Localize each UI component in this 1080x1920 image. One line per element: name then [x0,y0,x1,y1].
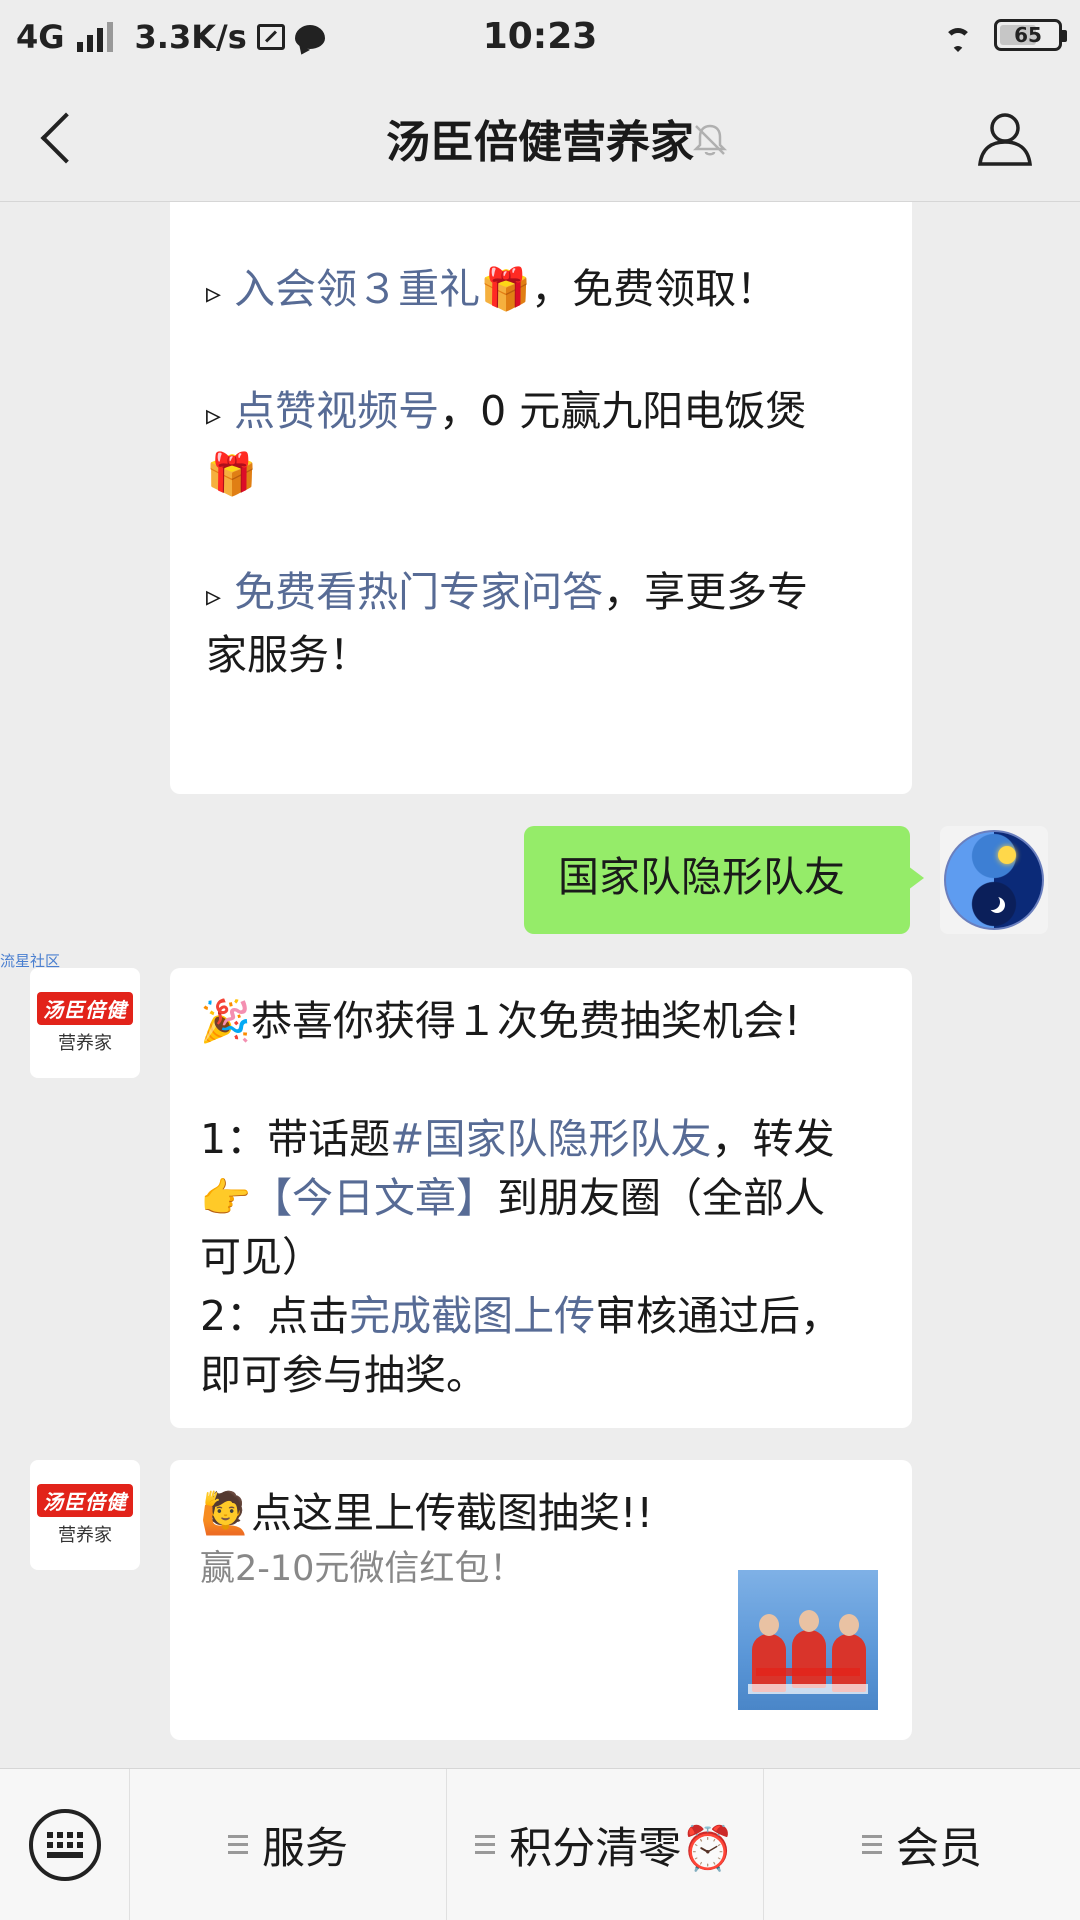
party-emoji: 🎉 [200,997,252,1045]
bullet: ▹ [206,579,222,614]
message-bubble-benefits[interactable]: 哟！ ▹ 入会领３重礼🎁，免费领取！ ▹ 点赞视频号，0 元赢九阳电饭煲 🎁 ▹… [170,202,912,794]
gift-emoji: 🎁 [480,265,532,313]
card-title: 🙋点这里上传截图抽奖!! [200,1484,882,1543]
menu-item-points[interactable]: 积分清零⏰ [447,1769,764,1920]
menu-item-member[interactable]: 会员 [764,1769,1080,1920]
my-message-bubble[interactable]: 国家队隐形队友 [524,826,924,934]
status-right: 65 [936,18,1067,52]
message-text: 可见） [200,1233,323,1281]
benefit-item-expert: ▹ 免费看热门专家问答，享更多专 家服务！ [206,563,888,685]
profile-icon[interactable] [976,110,1034,168]
message-text: 审核通过后， [595,1292,842,1340]
message-text: 即可参与抽奖。 [200,1351,487,1399]
lottery-title: 🎉恭喜你获得１次免费抽奖机会! [200,992,882,1051]
menu-icon [862,1835,882,1854]
menu-label: 积分清零⏰ [509,1823,735,1874]
message-text: ，享更多专 [603,568,809,616]
message-text: 家服务！ [206,631,370,679]
benefit-item-join: ▹ 入会领３重礼🎁，免费领取！ [206,260,888,323]
official-account-avatar[interactable]: 汤臣倍健 营养家 [30,968,140,1078]
brand-logo-text: 汤臣倍健 [37,991,133,1025]
step-2: 2：点击完成截图上传审核通过后， 即可参与抽奖。 [200,1287,882,1405]
menu-icon [228,1835,248,1854]
keyboard-toggle[interactable] [0,1769,130,1920]
message-text: 恭喜你获得１次免费抽奖机会! [251,997,801,1045]
message-text: ，转发 [711,1115,835,1163]
message-text: 2：点击 [200,1292,350,1340]
chat-title: 汤臣倍健营养家 [386,117,694,168]
my-avatar[interactable] [940,826,1048,934]
bullet: ▹ [206,398,222,433]
chat-header: 汤臣倍健营养家 [0,76,1080,202]
wifi-icon [936,18,980,52]
like-video-link[interactable]: 点赞视频号 [234,387,439,435]
message-text: 到朋友圈（全部人 [497,1174,826,1222]
step-1: 1：带话题#国家队隐形队友，转发 👉【今日文章】到朋友圈（全部人 可见） [200,1110,882,1287]
message-text: ，免费领取！ [531,265,778,313]
expert-qa-link[interactable]: 免费看热门专家问答 [234,568,603,616]
today-article-link[interactable]: 【今日文章】 [251,1174,497,1222]
benefit-item-like: ▹ 点赞视频号，0 元赢九阳电饭煲 🎁 [206,382,888,504]
card-thumbnail-image [738,1570,878,1710]
bullet: ▹ [206,276,222,311]
topic-link[interactable]: #国家队隐形队友 [390,1115,711,1163]
raising-hand-emoji: 🙋 [200,1489,252,1537]
battery-icon: 65 [994,19,1067,51]
status-bar: 4G 3.3K/s 10:23 65 [0,0,1080,76]
message-bubble-lottery[interactable]: 🎉恭喜你获得１次免费抽奖机会! 1：带话题#国家队隐形队友，转发 👉【今日文章】… [170,968,912,1428]
menu-label: 会员 [896,1823,982,1874]
mute-bell-icon [692,124,728,156]
brand-logo-subtext: 营养家 [58,1524,112,1546]
message-text: ，0 元赢九阳电饭煲 [439,387,807,435]
menu-item-services[interactable]: 服务 [130,1769,447,1920]
keyboard-icon [28,1809,101,1881]
gift-emoji: 🎁 [206,450,258,498]
menu-icon [475,1835,496,1854]
join-gift-link[interactable]: 入会领３重礼 [234,265,480,313]
message-text: 国家队隐形队友 [558,853,845,901]
link-card-upload[interactable]: 🙋点这里上传截图抽奖!! 赢2-10元微信红包！ [170,1460,912,1740]
account-menu-bar: 服务 积分清零⏰ 会员 [0,1768,1080,1920]
message-text: 1：带话题 [200,1115,391,1163]
upload-screenshot-link[interactable]: 完成截图上传 [349,1292,595,1340]
clock: 10:23 [482,16,598,57]
pointing-emoji: 👉 [200,1174,252,1222]
brand-logo-text: 汤臣倍健 [37,1483,133,1517]
yin-yang-avatar-icon [944,830,1044,930]
menu-label: 服务 [262,1823,348,1874]
chat-area[interactable]: 哟！ ▹ 入会领３重礼🎁，免费领取！ ▹ 点赞视频号，0 元赢九阳电饭煲 🎁 ▹… [0,202,1080,1768]
official-account-avatar[interactable]: 汤臣倍健 营养家 [30,1460,140,1570]
message-text: 点这里上传截图抽奖!! [251,1489,653,1537]
brand-logo-subtext: 营养家 [58,1032,112,1054]
battery-level: 65 [1014,23,1042,47]
